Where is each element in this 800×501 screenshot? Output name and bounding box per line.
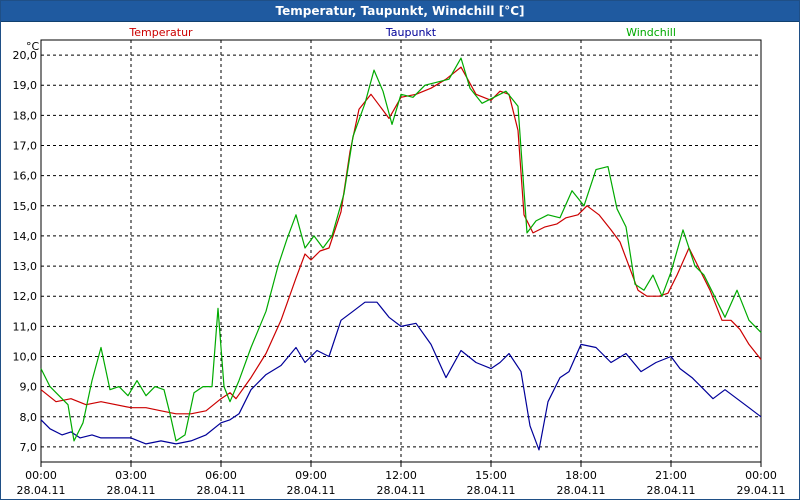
chart-window: Temperatur, Taupunkt, Windchill [°C] 20,…	[0, 0, 800, 500]
x-tick-date: 28.04.11	[17, 484, 66, 497]
y-tick-label: 11,0	[13, 320, 38, 333]
x-tick-time: 18:00	[565, 469, 597, 482]
y-tick-label: 12,0	[13, 290, 38, 303]
x-tick-date: 29.04.11	[737, 484, 786, 497]
x-tick-time: 00:00	[745, 469, 777, 482]
x-tick-date: 28.04.11	[287, 484, 336, 497]
x-tick-time: 12:00	[385, 469, 417, 482]
legend-label-windchill: Windchill	[626, 26, 676, 39]
y-tick-label: 19,0	[13, 79, 38, 92]
y-tick-label: 10,0	[13, 351, 38, 364]
y-axis-label: °C	[26, 40, 40, 53]
y-tick-label: 9,0	[20, 381, 38, 394]
window-title: Temperatur, Taupunkt, Windchill [°C]	[1, 1, 799, 22]
y-tick-label: 14,0	[13, 230, 38, 243]
x-tick-date: 28.04.11	[377, 484, 426, 497]
x-tick-date: 28.04.11	[647, 484, 696, 497]
y-tick-label: 7,0	[20, 441, 38, 454]
y-tick-label: 8,0	[20, 411, 38, 424]
chart: 20,019,018,017,016,015,014,013,012,011,0…	[13, 26, 786, 497]
legend-label-taupunkt: Taupunkt	[385, 26, 437, 39]
x-tick-date: 28.04.11	[557, 484, 606, 497]
y-tick-label: 17,0	[13, 140, 38, 153]
x-tick-time: 15:00	[475, 469, 507, 482]
legend-label-temperatur: Temperatur	[128, 26, 193, 39]
x-tick-time: 00:00	[25, 469, 57, 482]
y-tick-label: 15,0	[13, 200, 38, 213]
y-tick-label: 13,0	[13, 260, 38, 273]
x-tick-date: 28.04.11	[197, 484, 246, 497]
x-tick-date: 28.04.11	[467, 484, 516, 497]
x-tick-date: 28.04.11	[107, 484, 156, 497]
x-tick-time: 09:00	[295, 469, 327, 482]
x-tick-time: 21:00	[655, 469, 687, 482]
y-tick-label: 16,0	[13, 170, 38, 183]
x-tick-time: 06:00	[205, 469, 237, 482]
y-tick-label: 18,0	[13, 109, 38, 122]
x-tick-time: 03:00	[115, 469, 147, 482]
